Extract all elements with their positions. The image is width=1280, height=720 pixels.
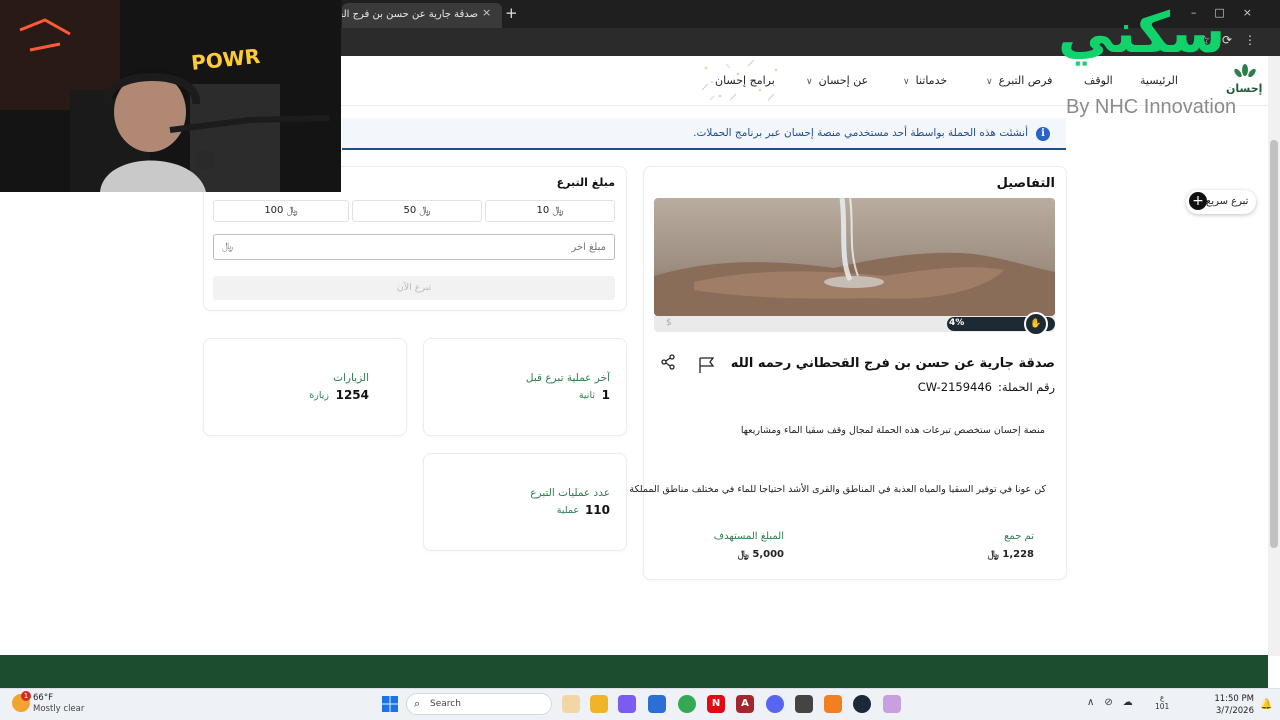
clock-date[interactable]: 3/7/2026 [1214, 706, 1254, 716]
details-title: التفاصيل [996, 176, 1055, 191]
search-icon: ⌕ [414, 697, 421, 710]
other-amount-input[interactable] [213, 234, 615, 260]
weather-temp[interactable]: 66°F [33, 693, 53, 703]
campaign-image [654, 198, 1055, 316]
campaign-number-label: رقم الحملة: [998, 380, 1055, 394]
game-app-icon[interactable] [883, 695, 901, 713]
report-flag-icon[interactable] [696, 356, 718, 374]
stat-card-last-donation [423, 338, 627, 436]
webcam-overlay: POWR [0, 0, 341, 192]
file-explorer-icon[interactable] [590, 695, 608, 713]
stat-count-label: عدد عمليات التبرع [530, 487, 610, 499]
plus-circle-icon: + [1189, 192, 1207, 210]
raised-label: تم جمع [1004, 531, 1034, 542]
taskbar-search[interactable] [406, 693, 552, 715]
target-label: المبلغ المستهدف [713, 531, 784, 542]
weather-desc[interactable]: Mostly clear [33, 704, 84, 714]
campaign-number: رقم الحملة: CW-2159446 [880, 380, 1055, 394]
acrobat-icon[interactable]: A [736, 695, 754, 713]
campaign-description-1: منصة إحسان ستخصص تبرعات هذه الحملة لمجال… [740, 425, 1045, 436]
nav-item-programs[interactable]: برامج إحسان [715, 74, 775, 87]
stat-visits-label: الزيارات [333, 372, 369, 384]
store-icon[interactable] [648, 695, 666, 713]
currency-icon: $ [666, 318, 672, 328]
nav-item-home[interactable]: الرئيسية [1140, 74, 1178, 87]
campaign-description-2: كن عونا في توفير السقيا والمياه العذبة ف… [629, 484, 1046, 495]
language-indicator[interactable]: ع 101 [1155, 693, 1169, 711]
nav-item-services[interactable]: خدماتنا∨ [903, 74, 947, 87]
site-footer [0, 655, 1268, 688]
new-tab-icon[interactable]: + [505, 4, 518, 22]
donation-hand-icon: ✋ [1024, 312, 1048, 336]
nav-item-waqf[interactable]: الوقف [1084, 74, 1113, 87]
discord-icon[interactable] [766, 695, 784, 713]
donate-now-button[interactable]: تبرع الآن [213, 276, 615, 300]
nav-item-about[interactable]: عن إحسان∨ [806, 74, 868, 87]
currency-icon: ﷼ [552, 205, 564, 216]
stat-count-unit: عملية [556, 505, 579, 516]
netflix-icon[interactable]: N [707, 695, 725, 713]
chevron-down-icon: ∨ [806, 77, 813, 87]
currency-icon: ﷼ [286, 205, 298, 216]
amount-button-50[interactable]: 50 ﷼ [352, 200, 482, 222]
clock-time[interactable]: 11:50 PM [1214, 694, 1254, 704]
stat-card-donation-count [423, 453, 627, 551]
info-icon: i [1036, 127, 1050, 141]
chevron-down-icon: ∨ [986, 77, 993, 87]
chrome-icon[interactable] [678, 695, 696, 713]
notification-bell-icon[interactable]: 🔔 [1260, 699, 1272, 710]
info-banner-text: أنشئت هذه الحملة بواسطة أحد مستخدمي منصة… [693, 127, 1028, 139]
currency-icon: ﷼ [987, 549, 999, 560]
browser-tab[interactable]: صدقة جارية عن حسن بن فرج القح [342, 3, 502, 28]
currency-icon: ﷼ [737, 549, 749, 560]
github-icon[interactable] [795, 695, 813, 713]
target-value: 5,000 ﷼ [737, 549, 784, 560]
currency-icon: ﷼ [222, 241, 234, 252]
windows-start-icon[interactable] [382, 696, 398, 712]
steam-icon[interactable] [853, 695, 871, 713]
cloud-icon[interactable] [824, 695, 842, 713]
taskbar-search-label: Search [430, 699, 461, 709]
tab-close-icon[interactable]: × [482, 6, 491, 19]
chevron-down-icon: ∨ [903, 77, 910, 87]
progress-percent: 4% [949, 318, 965, 328]
logo-text: إحسان [1226, 82, 1263, 95]
watermark-logo: سكني [1058, 1, 1226, 66]
system-tray-icons[interactable]: ∧⊘☁ [1087, 697, 1143, 708]
currency-icon: ﷼ [419, 205, 431, 216]
amount-button-100[interactable]: 100 ﷼ [213, 200, 349, 222]
amount-button-10[interactable]: 10 ﷼ [485, 200, 615, 222]
copilot-icon[interactable] [618, 695, 636, 713]
tab-title: صدقة جارية عن حسن بن فرج القح [342, 9, 478, 20]
stat-visits-unit: زيارة [309, 390, 329, 401]
donation-title: مبلغ التبرع [556, 176, 615, 189]
weather-badge: 1 [21, 691, 31, 701]
stat-last-label: آخر عملية تبرع قبل [525, 372, 610, 384]
raised-value: 1,228 ﷼ [987, 549, 1034, 560]
watermark-subtitle: By NHC Innovation [1066, 96, 1237, 118]
stat-card-visits [203, 338, 407, 436]
scrollbar-thumb[interactable] [1270, 140, 1278, 548]
campaign-title: صدقة جارية عن حسن بن فرج القحطاني رحمه ا… [730, 356, 1055, 371]
cookie-app-icon[interactable] [562, 695, 580, 713]
campaign-number-code: CW-2159446 [917, 380, 993, 394]
quick-donate-label: تبرع سريع [1206, 196, 1249, 207]
share-icon[interactable] [660, 354, 676, 370]
nav-item-donation-opportunities[interactable]: فرص التبرع∨ [986, 74, 1052, 87]
stat-last-unit: ثانية [578, 390, 595, 401]
